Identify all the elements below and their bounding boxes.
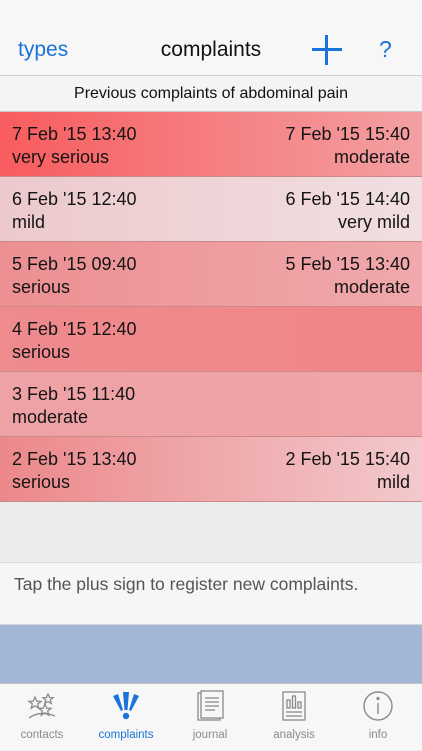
complaint-row[interactable]: 5 Feb '15 09:40 serious 5 Feb '15 13:40 …	[0, 242, 422, 307]
complaint-row[interactable]: 7 Feb '15 13:40 very serious 7 Feb '15 1…	[0, 112, 422, 177]
contacts-icon	[27, 692, 56, 719]
tab-label: analysis	[273, 729, 315, 741]
start-time: 4 Feb '15 12:40	[12, 319, 137, 339]
start-time: 3 Feb '15 11:40	[12, 384, 136, 404]
start-severity: serious	[12, 342, 71, 362]
start-time: 5 Feb '15 09:40	[12, 254, 137, 274]
complaint-row[interactable]: 4 Feb '15 12:40 serious	[0, 307, 422, 372]
hint-panel: Tap the plus sign to register new compla…	[0, 562, 422, 625]
banner-area	[0, 625, 422, 683]
tab-label: complaints	[98, 729, 154, 741]
start-severity: serious	[12, 472, 71, 492]
navigation-bar: types complaints ?	[0, 24, 422, 76]
page-title: complaints	[160, 38, 262, 61]
end-severity: moderate	[333, 147, 410, 167]
help-button[interactable]: ?	[379, 36, 392, 63]
end-severity: very mild	[337, 212, 410, 232]
tab-analysis[interactable]: analysis	[252, 684, 336, 751]
end-time: 6 Feb '15 14:40	[285, 189, 410, 209]
complaints-icon	[113, 692, 139, 720]
start-time: 2 Feb '15 13:40	[12, 449, 137, 469]
tab-info[interactable]: info	[336, 684, 420, 751]
tab-label: journal	[192, 729, 228, 741]
add-complaint-button[interactable]	[311, 34, 343, 66]
complaint-row[interactable]: 3 Feb '15 11:40 moderate	[0, 372, 422, 437]
start-severity: moderate	[12, 407, 89, 427]
start-severity: very serious	[12, 147, 110, 167]
end-time: 5 Feb '15 13:40	[285, 254, 410, 274]
tab-contacts[interactable]: contacts	[0, 684, 84, 751]
end-time: 7 Feb '15 15:40	[285, 124, 410, 144]
start-time: 6 Feb '15 12:40	[12, 189, 137, 209]
start-severity: serious	[12, 277, 71, 297]
tab-journal[interactable]: journal	[168, 684, 252, 751]
end-time: 2 Feb '15 15:40	[285, 449, 410, 469]
start-time: 7 Feb '15 13:40	[12, 124, 137, 144]
tab-label: contacts	[20, 729, 64, 741]
end-severity: mild	[376, 472, 410, 492]
hint-text: Tap the plus sign to register new compla…	[14, 574, 359, 594]
analysis-icon	[282, 691, 306, 721]
tab-label: info	[368, 729, 388, 741]
journal-icon	[197, 690, 224, 721]
complaint-row[interactable]: 6 Feb '15 12:40 mild 6 Feb '15 14:40 ver…	[0, 177, 422, 242]
info-icon	[363, 691, 393, 721]
tab-complaints[interactable]: complaints	[84, 684, 168, 751]
status-bar	[0, 0, 422, 24]
start-severity: mild	[12, 212, 46, 232]
section-header: Previous complaints of abdominal pain	[0, 76, 422, 112]
complaint-row[interactable]: 2 Feb '15 13:40 serious 2 Feb '15 15:40 …	[0, 437, 422, 502]
end-severity: moderate	[333, 277, 410, 297]
complaint-list: 7 Feb '15 13:40 very serious 7 Feb '15 1…	[0, 112, 422, 502]
tab-bar: contacts complaints journal analysis inf…	[0, 683, 422, 750]
